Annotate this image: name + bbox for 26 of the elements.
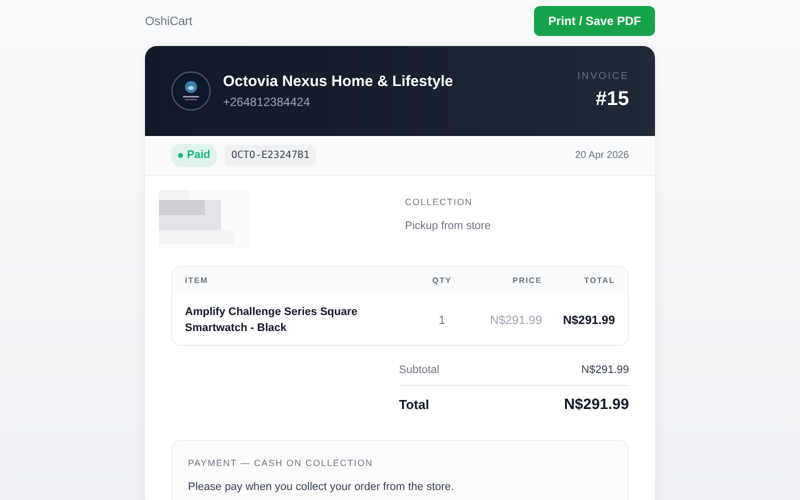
column-header: QTY <box>431 275 453 287</box>
column-header: ITEM <box>184 275 210 287</box>
column-header: PRICE <box>512 275 542 287</box>
quantity: 1 <box>438 312 446 329</box>
store-name: Octovia Nexus Home & Lifestyle <box>223 72 454 92</box>
invoice-label: INVOICE <box>577 70 629 84</box>
total-label: Total <box>399 396 430 414</box>
brand-name: OshiCart <box>145 13 192 30</box>
line-total: N$291.99 <box>562 312 616 329</box>
subtotal-amount: N$291.99 <box>581 363 629 378</box>
total-amount: N$291.99 <box>564 394 629 414</box>
column-header: TOTAL <box>583 275 616 287</box>
print-button[interactable]: Print / Save PDF <box>534 6 655 36</box>
collection-label: COLLECTION <box>405 196 474 209</box>
store-logo <box>171 71 211 111</box>
subtotal-label: Subtotal <box>399 363 440 378</box>
invoice-number: #15 <box>594 86 629 112</box>
collection-method: Pickup from store <box>405 218 491 234</box>
status-badge: Paid <box>171 144 218 167</box>
unit-price: N$291.99 <box>488 312 542 329</box>
invoice-date: 20 Apr 2026 <box>575 149 629 163</box>
payment-instructions: Please pay when you collect your order from the store. <box>188 480 455 494</box>
store-phone: +264812384424 <box>223 94 312 112</box>
order-code: OCTO-E23247B1 <box>225 145 316 166</box>
payment-title: PAYMENT — CASH ON COLLECTION <box>188 457 374 470</box>
item-name: Amplify Challenge Series Square Smartwatch - Black <box>184 305 358 336</box>
